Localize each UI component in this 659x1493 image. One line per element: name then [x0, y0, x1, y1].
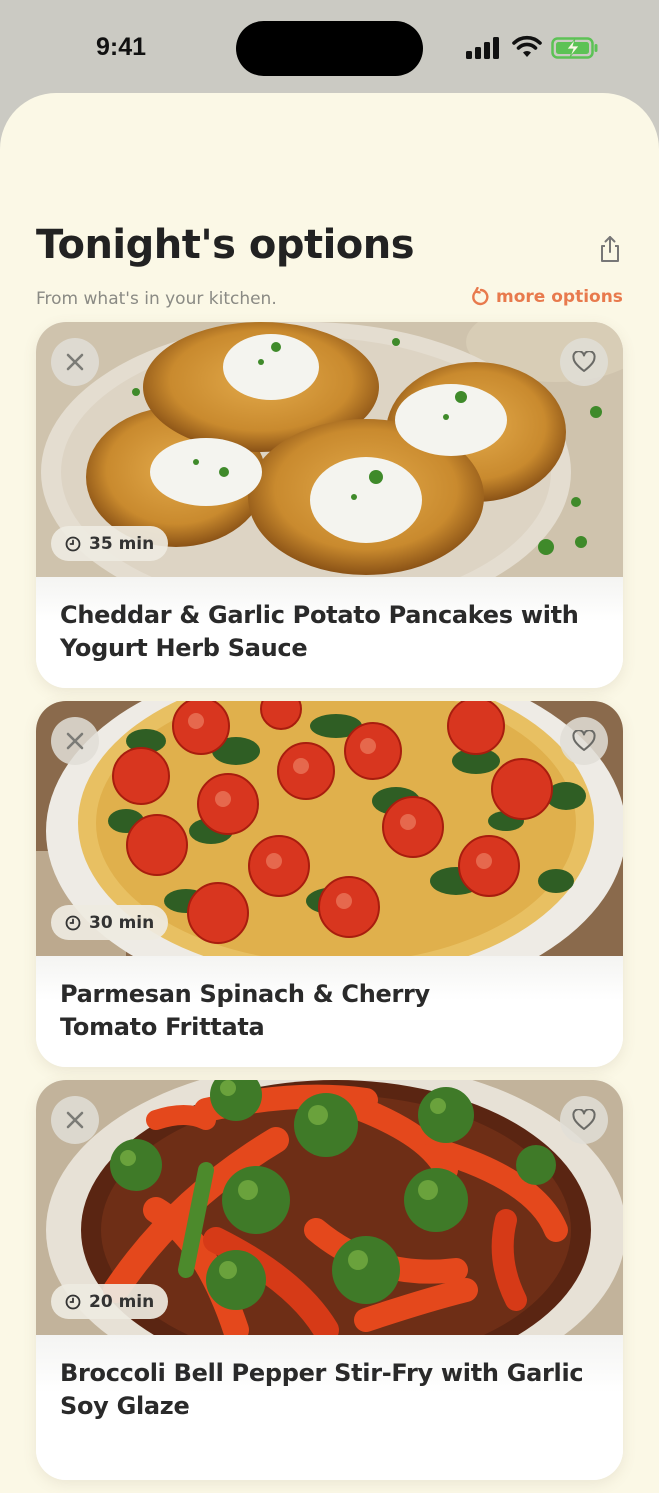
cook-time-badge: 35 min — [51, 526, 169, 561]
more-options-button[interactable]: more options — [470, 287, 623, 307]
battery-charging-icon — [551, 37, 598, 59]
status-bar: 9:41 — [0, 0, 659, 94]
dismiss-button[interactable] — [51, 717, 99, 765]
recipe-info: Broccoli Bell Pepper Stir-Fry with Garli… — [36, 1335, 623, 1480]
dismiss-button[interactable] — [51, 338, 99, 386]
recipe-card[interactable]: 35 min Cheddar & Garlic Potato Pancakes … — [36, 322, 623, 688]
heart-icon — [572, 730, 596, 751]
favorite-button[interactable] — [560, 1096, 608, 1144]
clock-icon — [65, 1294, 81, 1309]
cook-time-label: 30 min — [89, 912, 155, 933]
heart-icon — [572, 1109, 596, 1130]
favorite-button[interactable] — [560, 717, 608, 765]
refresh-icon — [472, 287, 489, 306]
favorite-button[interactable] — [560, 338, 608, 386]
status-time: 9:41 — [96, 33, 147, 61]
recipe-title: Parmesan Spinach & Cherry Tomato Frittat… — [60, 980, 430, 1041]
cook-time-badge: 20 min — [51, 1284, 169, 1319]
cellular-signal-icon — [466, 37, 499, 59]
heart-icon — [572, 351, 596, 372]
recipe-info: Parmesan Spinach & Cherry Tomato Frittat… — [36, 956, 623, 1067]
more-options-label: more options — [496, 287, 623, 307]
share-icon — [601, 236, 619, 262]
wifi-icon — [512, 35, 542, 57]
dynamic-island — [236, 21, 423, 76]
close-icon — [66, 353, 84, 371]
share-button[interactable] — [594, 232, 626, 266]
cook-time-badge: 30 min — [51, 905, 169, 940]
page-title: Tonight's options — [36, 222, 415, 268]
recipe-card[interactable]: 30 min Parmesan Spinach & Cherry Tomato … — [36, 701, 623, 1067]
recipe-title: Broccoli Bell Pepper Stir-Fry with Garli… — [60, 1359, 584, 1420]
status-icons — [466, 35, 606, 61]
close-icon — [66, 732, 84, 750]
close-icon — [66, 1111, 84, 1129]
page-subtitle: From what's in your kitchen. — [36, 289, 277, 309]
recipe-card[interactable]: 20 min Broccoli Bell Pepper Stir-Fry wit… — [36, 1080, 623, 1480]
cook-time-label: 20 min — [89, 1291, 155, 1312]
clock-icon — [65, 536, 81, 551]
dismiss-button[interactable] — [51, 1096, 99, 1144]
recipe-title: Cheddar & Garlic Potato Pancakes with Yo… — [60, 601, 579, 662]
clock-icon — [65, 915, 81, 930]
cook-time-label: 35 min — [89, 533, 155, 554]
recipe-info: Cheddar & Garlic Potato Pancakes with Yo… — [36, 577, 623, 688]
